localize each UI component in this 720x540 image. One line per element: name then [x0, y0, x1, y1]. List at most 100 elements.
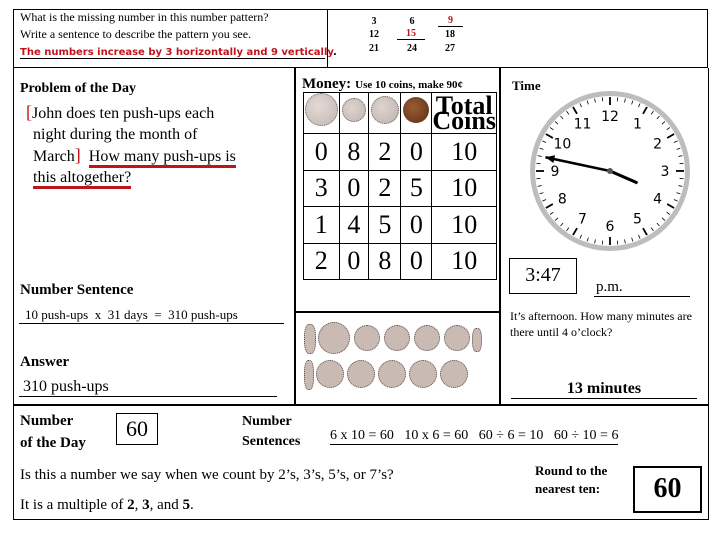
analog-clock: 12 12 3 45 6 78 9 1011 — [530, 91, 690, 251]
meridiem: p.m. — [594, 279, 690, 297]
cell-pennies: 5 — [400, 169, 433, 207]
problem-line3-a: March — [33, 148, 75, 165]
bracket-close: ] — [74, 145, 81, 165]
penny-icon — [403, 96, 430, 123]
divider — [499, 68, 501, 405]
number-sentences-value: 6 x 10 = 60 10 x 6 = 60 60 ÷ 6 = 10 60 ÷… — [330, 428, 619, 445]
cell-dimes: 0 — [338, 169, 370, 207]
number-sentence-heading: Number Sentence — [20, 282, 134, 298]
pattern-cell-missing: 15 — [397, 28, 425, 40]
clock-number: 10 — [553, 137, 571, 153]
cell-nickels: 5 — [368, 206, 402, 244]
clock-number: 11 — [574, 116, 592, 132]
clock-number: 6 — [606, 219, 615, 235]
dime-icon — [341, 97, 366, 122]
pattern-cell: 6 — [409, 16, 415, 27]
cell-quarters: 3 — [303, 169, 340, 207]
pattern-cell: 12 — [369, 29, 379, 40]
pattern-cell: 24 — [407, 43, 417, 54]
pattern-question-line1: What is the missing number in this numbe… — [20, 10, 269, 24]
coin-table: Total Coins 0 8 2 0 10 3 0 2 5 10 1 4 5 0… — [303, 92, 497, 280]
problem-line1: John does ten push-ups each — [32, 105, 215, 122]
answer-value: 310 push-ups — [19, 378, 277, 397]
clock-number: 2 — [653, 137, 662, 153]
clock-number: 7 — [578, 212, 587, 228]
money-instruction: Use 10 coins, make 90¢ — [355, 79, 464, 91]
answer-heading: Answer — [20, 354, 70, 370]
coin-pile-image — [302, 318, 492, 398]
cell-total: 10 — [431, 133, 497, 171]
problem-heading: Problem of the Day — [20, 81, 136, 96]
quarter-icon — [304, 93, 338, 126]
table-row: 0 8 2 0 10 — [303, 133, 497, 171]
count-question: Is this a number we say when we count by… — [20, 467, 394, 483]
problem-question-1: How many push-ups is — [88, 148, 236, 168]
round-value: 60 — [653, 473, 682, 504]
cell-quarters: 0 — [303, 133, 340, 171]
pattern-answer-text: The numbers increase by 3 horizontally a… — [20, 47, 333, 58]
clock-number: 9 — [551, 164, 560, 180]
pattern-cell: 21 — [369, 43, 379, 54]
table-row: 3 0 2 5 10 — [303, 169, 497, 207]
table-row: 2 0 8 0 10 — [303, 242, 497, 280]
cell-nickels: 2 — [368, 133, 402, 171]
pattern-question-line2: Write a sentence to describe the pattern… — [20, 27, 252, 41]
divider — [13, 404, 709, 406]
digital-time-box: 3:47 — [509, 258, 577, 294]
nickel-icon — [304, 360, 314, 390]
number-sentences-label: Number Sentences — [242, 414, 301, 449]
cell-total: 10 — [431, 206, 497, 244]
cell-pennies: 0 — [400, 242, 433, 280]
nickel-icon — [370, 95, 399, 124]
coin-header-total: Total Coins — [431, 91, 497, 135]
clock-number: 5 — [633, 212, 642, 228]
dime-icon — [414, 325, 440, 351]
problem-line2: night during the month of — [33, 126, 198, 143]
number-of-day-box: 60 — [116, 413, 158, 445]
dime-icon — [444, 325, 470, 351]
problem-text: [John does ten push-ups each night durin… — [26, 102, 286, 189]
pattern-cell: 3 — [371, 16, 377, 27]
round-label: Round to the nearest ten: — [535, 463, 608, 496]
nickel-icon — [440, 360, 468, 388]
quarter-icon — [318, 322, 350, 354]
cell-total: 10 — [431, 169, 497, 207]
cell-nickels: 2 — [368, 169, 402, 207]
digital-time: 3:47 — [525, 264, 561, 286]
clock-number: 1 — [633, 116, 642, 132]
clock-center — [607, 168, 613, 174]
multiple-statement: It is a multiple of 2, 3, and 5. — [20, 497, 194, 513]
dime-icon — [472, 328, 482, 352]
pattern-answer: The numbers increase by 3 horizontally a… — [20, 47, 337, 59]
divider — [294, 311, 501, 313]
number-sentence-value: 10 push-ups x 31 days = 310 push-ups — [19, 307, 284, 324]
problem-question-2: this altogether? — [33, 169, 132, 189]
clock-number: 12 — [601, 109, 619, 125]
coin-header-dime — [338, 92, 369, 134]
pattern-cell-missing: 9 — [438, 15, 463, 27]
pattern-cell: 27 — [445, 43, 455, 54]
dime-icon — [384, 325, 410, 351]
round-box: 60 — [633, 466, 702, 513]
time-answer: 13 minutes — [511, 380, 697, 399]
clock-number: 8 — [558, 192, 567, 208]
cell-pennies: 0 — [400, 133, 433, 171]
dime-icon — [354, 325, 380, 351]
cell-quarters: 1 — [303, 206, 340, 244]
clock-number: 4 — [653, 192, 662, 208]
pattern-cell: 18 — [445, 29, 455, 40]
cell-pennies: 0 — [400, 206, 433, 244]
time-question: It’s afternoon. How many minutes are the… — [510, 309, 692, 339]
quarter-icon — [304, 324, 316, 354]
cell-total: 10 — [431, 242, 497, 280]
number-of-day-value: 60 — [126, 416, 148, 441]
cell-dimes: 4 — [338, 206, 370, 244]
cell-nickels: 8 — [368, 242, 402, 280]
table-row: 1 4 5 0 10 — [303, 206, 497, 244]
nickel-icon — [378, 360, 406, 388]
nickel-icon — [409, 360, 437, 388]
number-of-day-label: Number of the Day — [20, 413, 86, 451]
cell-quarters: 2 — [303, 242, 340, 280]
cell-dimes: 8 — [338, 133, 370, 171]
money-label: Money: — [302, 76, 352, 92]
